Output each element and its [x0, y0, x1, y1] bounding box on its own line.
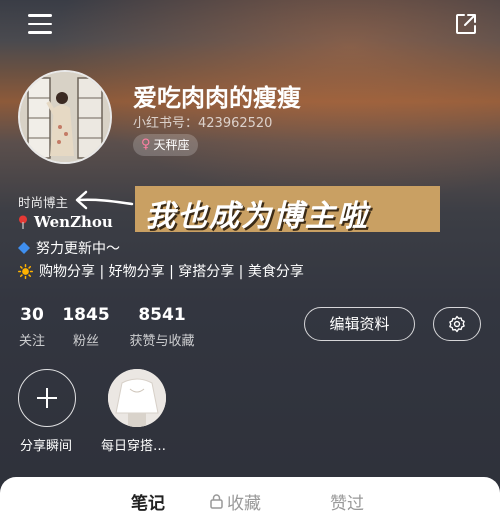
likes-label: 获赞与收藏	[129, 334, 195, 349]
location-pin-icon	[19, 215, 27, 229]
bio-location: WenZhou	[18, 213, 113, 231]
following-count[interactable]: 30	[16, 305, 48, 325]
tab-notes-label: 笔记	[131, 494, 165, 514]
zodiac-label: 天秤座	[153, 138, 190, 152]
tab-collections[interactable]: 收藏	[210, 489, 261, 514]
settings-button[interactable]	[433, 307, 481, 341]
red-id: 小红书号：423962520	[133, 116, 273, 131]
tab-notes[interactable]: 笔记	[131, 489, 165, 514]
promo-banner: 我也成为博主啦	[135, 186, 440, 234]
bio-topics: 购物分享 | 好物分享 | 穿搭分享 | 美食分享	[18, 261, 304, 281]
tab-liked[interactable]: 赞过	[330, 489, 364, 514]
bio-location-text: WenZhou	[34, 213, 113, 231]
outfit-photo	[108, 369, 166, 427]
moment-outfit-label: 每日穿搭…	[101, 439, 167, 454]
tab-collections-label: 收藏	[227, 494, 261, 514]
zodiac-badge: ♀ 天秤座	[133, 134, 198, 156]
gear-icon	[449, 315, 465, 333]
nickname: 爱吃肉肉的瘦瘦	[133, 84, 301, 112]
likes-count[interactable]: 8541	[126, 305, 198, 325]
female-icon: ♀	[141, 137, 151, 152]
bio-status: 努力更新中～	[18, 238, 120, 258]
sun-icon	[18, 263, 33, 279]
moment-thumbnail-outfit[interactable]	[108, 369, 166, 427]
followers-count[interactable]: 1845	[62, 305, 110, 325]
tab-liked-label: 赞过	[330, 494, 364, 514]
avatar[interactable]	[18, 70, 112, 164]
avatar-photo	[20, 72, 110, 162]
profile-tag: 时尚博主	[18, 195, 69, 210]
blue-diamond-icon	[18, 242, 30, 254]
plus-icon	[37, 388, 57, 408]
following-label: 关注	[18, 334, 45, 349]
share-icon[interactable]	[454, 12, 478, 36]
menu-icon[interactable]	[28, 14, 52, 34]
add-moment-label: 分享瞬间	[20, 439, 73, 454]
add-moment-button[interactable]	[18, 369, 76, 427]
lock-icon	[210, 494, 223, 509]
banner-text: 我也成为博主啦	[145, 199, 369, 234]
followers-label: 粉丝	[72, 334, 99, 349]
top-bar	[0, 0, 500, 50]
edit-profile-button[interactable]: 编辑资料	[304, 307, 415, 341]
bio-status-text: 努力更新中～	[36, 241, 120, 257]
bio-topics-text: 购物分享 | 好物分享 | 穿搭分享 | 美食分享	[39, 264, 304, 280]
